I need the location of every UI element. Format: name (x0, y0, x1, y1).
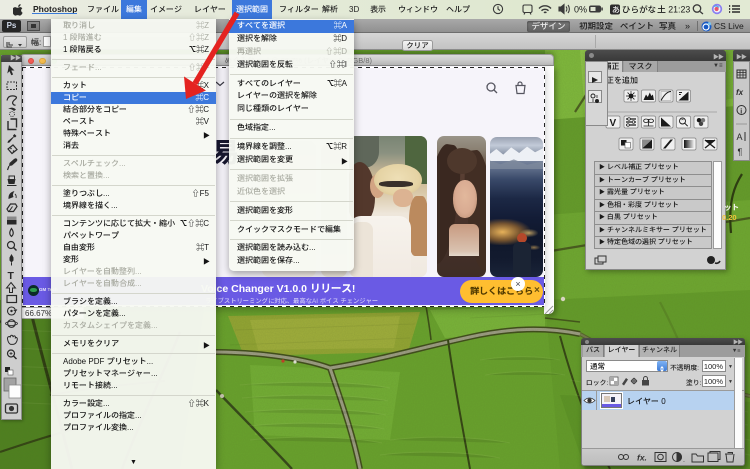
svg-text:¶: ¶ (738, 147, 743, 157)
svg-text:fx: fx (736, 88, 744, 97)
svg-text:A: A (737, 132, 743, 142)
svg-text:ひらがな: ひらがな (622, 5, 657, 15)
svg-text:あ: あ (612, 6, 620, 15)
svg-text:土 21:23: 土 21:23 (657, 5, 690, 15)
svg-text:T: T (8, 270, 15, 282)
svg-text:V: V (610, 118, 617, 129)
svg-text:0%: 0% (574, 5, 587, 15)
svg-text:i: i (740, 109, 742, 116)
svg-text:.: . (683, 457, 685, 464)
svg-text:fx.: fx. (637, 453, 647, 463)
